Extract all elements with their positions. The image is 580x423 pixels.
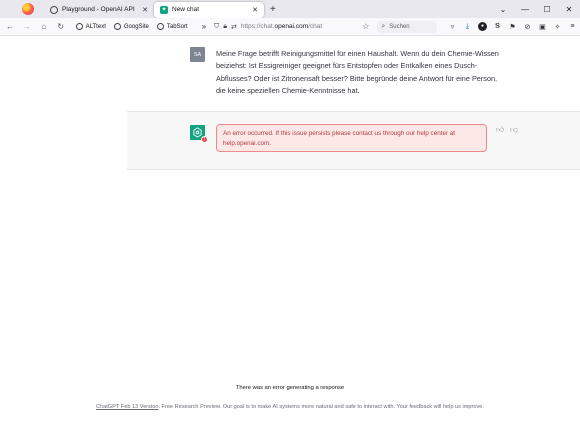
bookmark-alttext[interactable]: ALTtext	[75, 23, 106, 30]
maximize-icon[interactable]: ☐	[536, 5, 558, 14]
download-icon[interactable]: ⤓	[460, 23, 475, 31]
avatar: SA	[190, 47, 205, 62]
response-error-banner: There was an error generating a response	[235, 385, 345, 391]
globe-icon	[113, 23, 121, 30]
reload-icon[interactable]: ↻	[54, 22, 68, 31]
url-bar[interactable]: ⛉ 🔒︎ ⇄ https://chat. openai.com/chat	[214, 21, 358, 33]
firefox-logo-icon[interactable]	[22, 3, 34, 15]
user-message-text: Meine Frage betrifft Reinigungsmittel fü…	[216, 49, 499, 96]
close-tab-icon[interactable]: ✕	[252, 6, 258, 14]
bookmark-label: GoogSite	[123, 23, 149, 30]
error-indicator-icon: !	[201, 136, 208, 143]
back-arrow-icon[interactable]: ←	[3, 22, 17, 31]
tab-bar: Playground - OpenAI API ✕ ✦ New chat ✕ +…	[0, 0, 580, 18]
chatgpt-tab-icon: ✦	[160, 5, 168, 14]
url-path: /chat	[308, 23, 323, 30]
url-scheme: https://chat.	[240, 23, 275, 30]
search-icon: ⌕	[381, 22, 386, 30]
tab-label: New chat	[172, 6, 200, 13]
user-message-row: SA Meine Frage betrifft Reinigungsmittel…	[0, 37, 580, 111]
search-placeholder: Suchen	[389, 23, 410, 30]
footer-text: . Free Research Preview. Our goal is to …	[158, 404, 484, 410]
minimize-icon[interactable]: —	[514, 5, 536, 14]
search-input[interactable]: ⌕ Suchen	[377, 20, 437, 33]
bookmark-label: ALTtext	[85, 23, 106, 30]
navigation-bar: ← → ⌂ ↻ ALTtext GoogSite TabSort » ⛉ 🔒︎ …	[0, 18, 580, 36]
bookmark-googsite[interactable]: GoogSite	[113, 23, 149, 30]
footer: ChatGPT Feb 13 Version. Free Research Pr…	[0, 404, 580, 410]
window-controls: ⌄ — ☐ ✕	[492, 0, 580, 18]
globe-icon	[75, 23, 83, 30]
extensions-puzzle-icon[interactable]: ✧	[550, 23, 565, 31]
more-bookmarks-chevron-icon[interactable]: »	[202, 22, 206, 31]
list-tabs-chevron-icon[interactable]: ⌄	[492, 5, 514, 14]
toolbar-extensions: ▿ ⤓ ● 𝐒 ⚑ ⊘ ▣ ✧ ≡	[445, 22, 580, 31]
home-icon[interactable]: ⌂	[37, 22, 51, 31]
assistant-message-row: ! An error occurred. If this issue persi…	[127, 111, 580, 170]
bookmark-star-icon[interactable]: ☆	[362, 22, 369, 31]
tab-label: Playground - OpenAI API	[62, 6, 135, 13]
url-host: openai.com	[274, 23, 309, 30]
close-tab-icon[interactable]: ✕	[142, 6, 148, 14]
close-window-icon[interactable]: ✕	[558, 5, 580, 14]
extension-translate-icon[interactable]: ⚑	[505, 23, 520, 31]
error-message-box: An error occurred. If this issue persist…	[216, 124, 487, 152]
feedback-buttons: 👍︎ 👎︎	[493, 125, 521, 135]
extension-s-icon[interactable]: 𝐒	[490, 23, 505, 31]
menu-hamburger-icon[interactable]: ≡	[565, 23, 580, 30]
lock-icon[interactable]: 🔒︎	[223, 23, 227, 31]
thumbs-up-icon[interactable]: 👍︎	[493, 125, 507, 135]
pocket-icon[interactable]: ▿	[445, 23, 460, 31]
globe-icon	[156, 23, 164, 30]
bookmark-label: TabSort	[166, 23, 188, 30]
openai-tab-icon	[50, 5, 58, 14]
version-link[interactable]: ChatGPT Feb 13 Version	[96, 404, 158, 410]
bookmark-tabsort[interactable]: TabSort	[156, 23, 188, 30]
extension-window-icon[interactable]: ▣	[535, 23, 550, 31]
chat-page: SA Meine Frage betrifft Reinigungsmittel…	[0, 37, 580, 423]
forward-arrow-icon[interactable]: →	[20, 22, 34, 31]
new-tab-plus-icon[interactable]: +	[270, 4, 276, 15]
permissions-icon[interactable]: ⇄	[231, 23, 237, 31]
extension-block-icon[interactable]: ⊘	[520, 23, 535, 31]
tab-new-chat[interactable]: ✦ New chat ✕	[154, 1, 264, 18]
extension-circle-icon[interactable]: ●	[475, 22, 490, 31]
tab-playground[interactable]: Playground - OpenAI API ✕	[44, 2, 154, 18]
thumbs-down-icon[interactable]: 👎︎	[507, 125, 521, 135]
shield-icon[interactable]: ⛉	[214, 23, 219, 31]
